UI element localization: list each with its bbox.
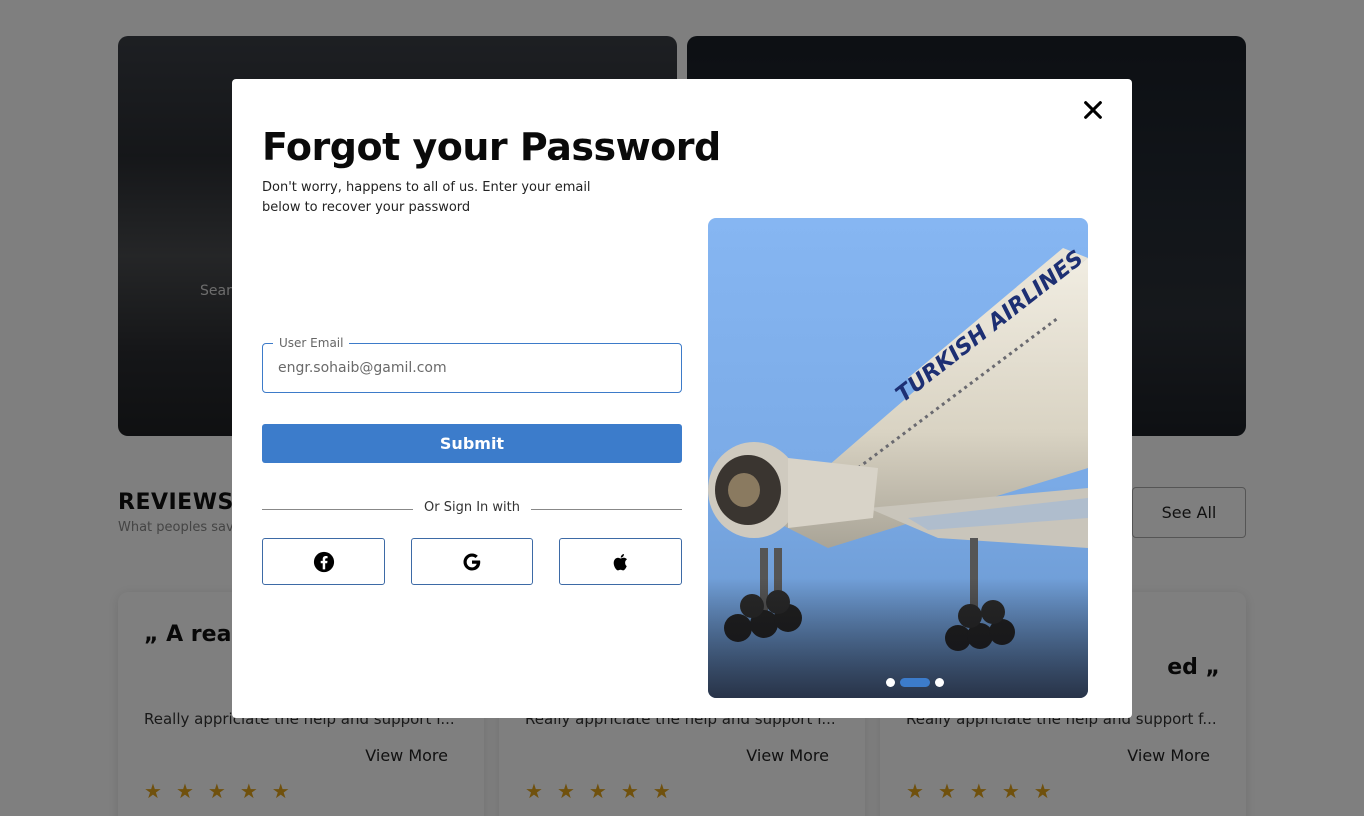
carousel-dot[interactable] bbox=[886, 678, 895, 687]
airplane-illustration: TURKISH AIRLINES bbox=[708, 246, 1088, 698]
submit-button[interactable]: Submit bbox=[262, 424, 682, 463]
modal-title: Forgot your Password bbox=[262, 125, 721, 169]
facebook-icon bbox=[313, 551, 334, 572]
apple-signin-button[interactable] bbox=[559, 538, 682, 585]
forgot-password-modal: Forgot your Password Don't worry, happen… bbox=[232, 79, 1132, 718]
email-field: User Email bbox=[262, 336, 682, 393]
divider-line bbox=[531, 509, 682, 510]
google-icon bbox=[463, 552, 481, 571]
email-input[interactable] bbox=[278, 344, 668, 392]
modal-subtitle: Don't worry, happens to all of us. Enter… bbox=[262, 180, 591, 215]
carousel-dot-active[interactable] bbox=[900, 678, 930, 687]
apple-icon bbox=[613, 553, 627, 570]
google-signin-button[interactable] bbox=[411, 538, 533, 585]
divider-text: Or Sign In with bbox=[424, 500, 520, 515]
airplane-carousel-image: TURKISH AIRLINES bbox=[708, 218, 1088, 698]
carousel-indicators bbox=[886, 678, 944, 687]
carousel-dot[interactable] bbox=[935, 678, 944, 687]
divider-line bbox=[262, 509, 413, 510]
close-icon[interactable] bbox=[1082, 99, 1104, 121]
facebook-signin-button[interactable] bbox=[262, 538, 385, 585]
